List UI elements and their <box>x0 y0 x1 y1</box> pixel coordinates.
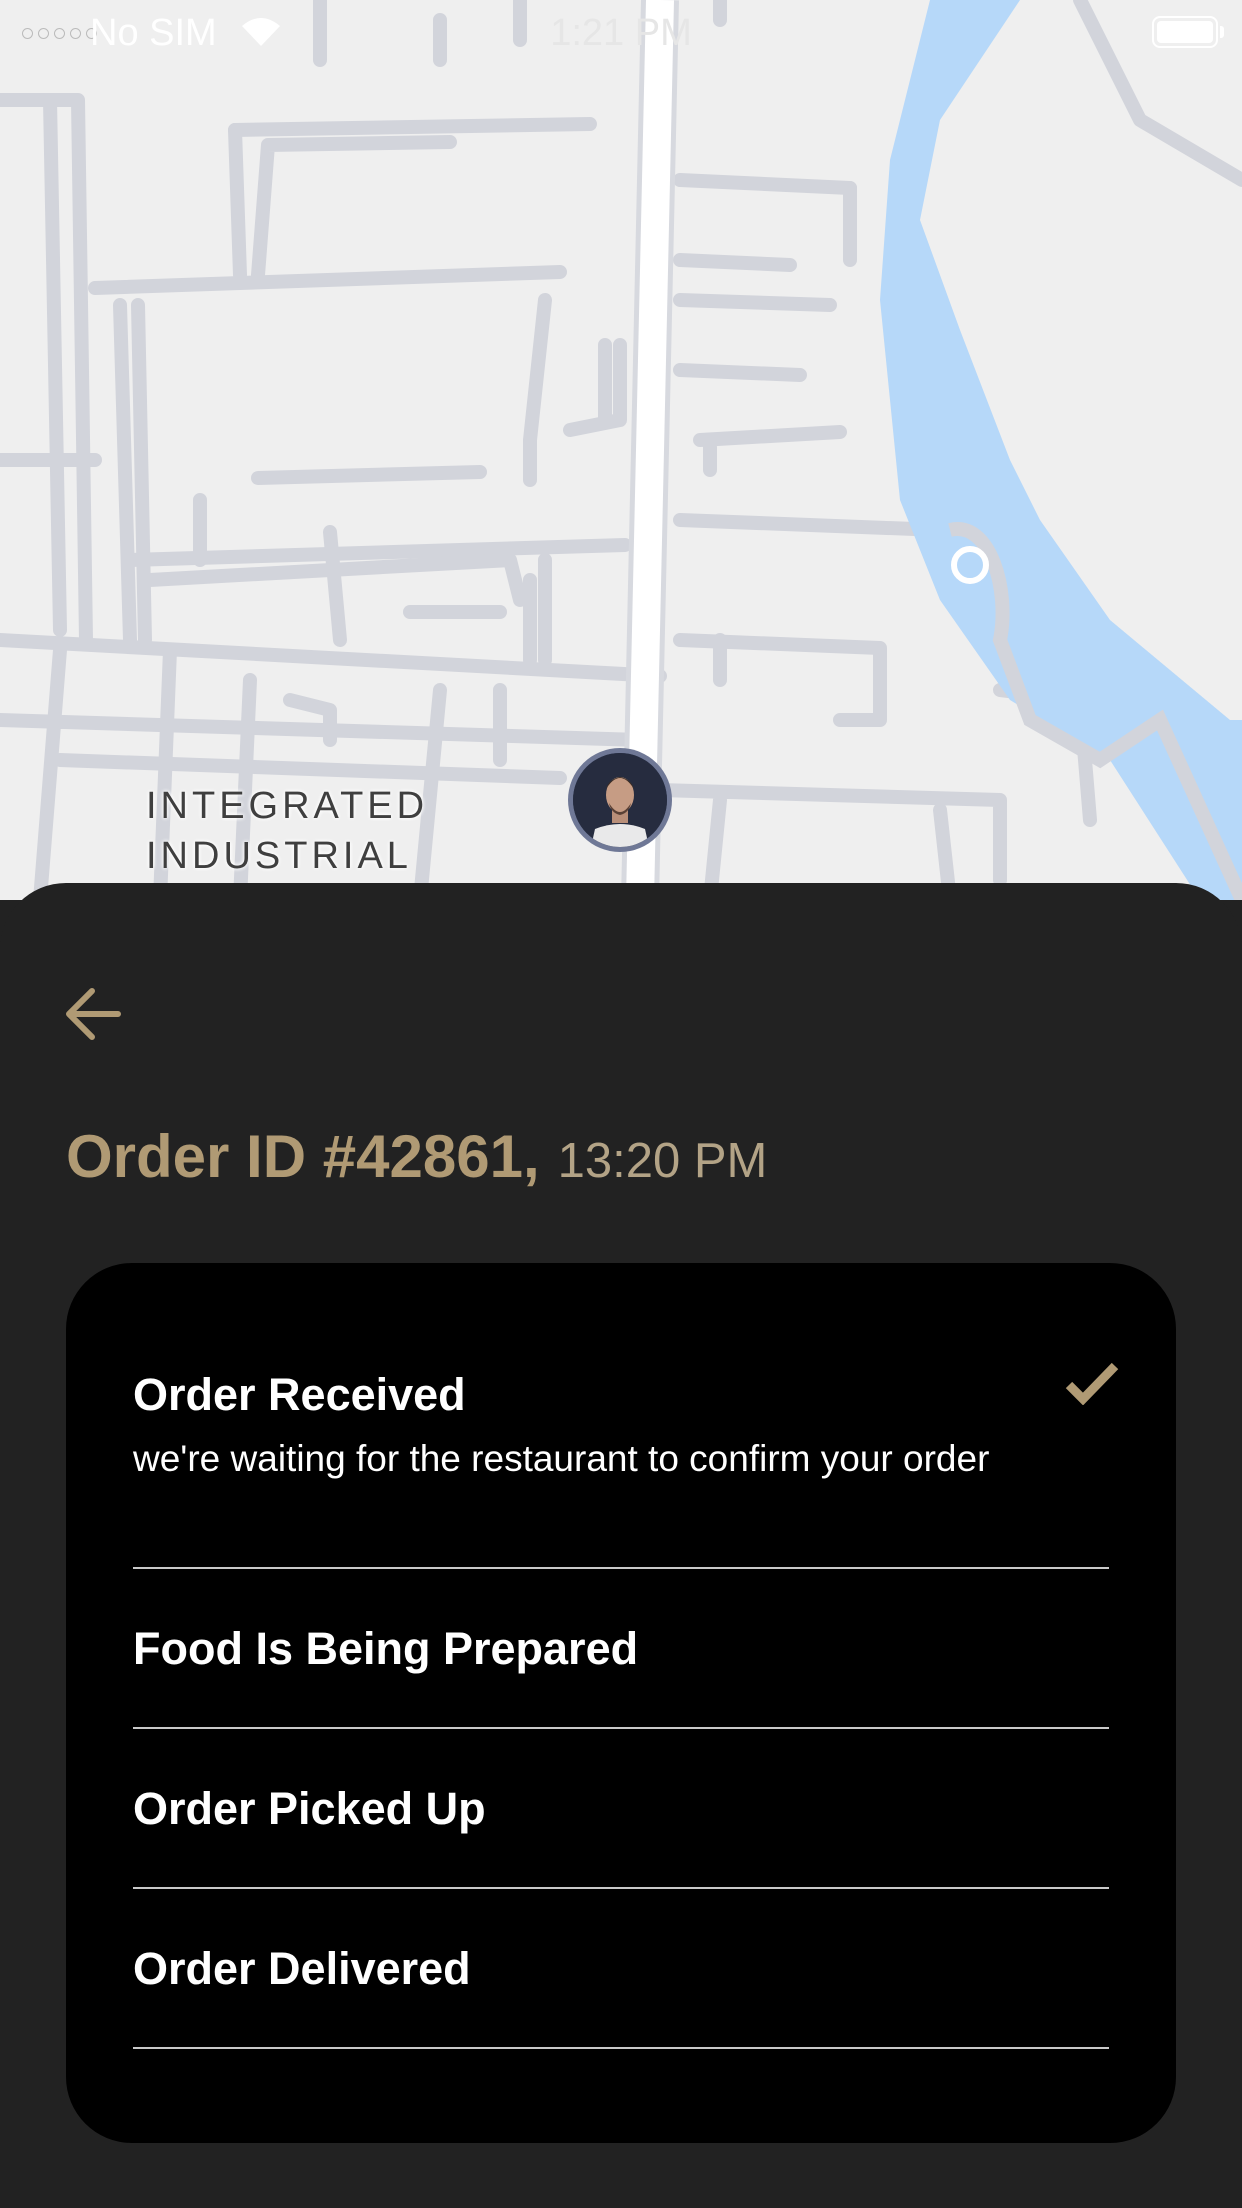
driver-avatar <box>573 753 667 847</box>
status-step-title: Order Received <box>133 1369 466 1420</box>
status-step-title: Food Is Being Prepared <box>133 1623 639 1674</box>
status-step-description: we're waiting for the restaurant to conf… <box>133 1438 990 1479</box>
driver-marker[interactable] <box>573 753 667 847</box>
back-button[interactable] <box>60 979 130 1049</box>
status-step-order-received: Order Received we're waiting for the res… <box>133 1263 1119 1569</box>
order-status-sheet: Order ID #42861, 13:20 PM Order Received … <box>0 883 1242 2208</box>
status-step-title: Order Delivered <box>133 1943 471 1994</box>
check-icon <box>1065 1362 1119 1405</box>
order-id: Order ID #42861, <box>66 1123 540 1190</box>
battery-icon <box>1152 16 1224 48</box>
order-status-list: Order Received we're waiting for the res… <box>66 1263 1176 2143</box>
status-time: 1:21 PM <box>550 12 692 54</box>
map-view[interactable]: INTEGRATED INDUSTRIAL <box>0 0 1242 900</box>
map-area-label: INDUSTRIAL <box>146 835 412 877</box>
status-step-order-delivered: Order Delivered <box>133 1889 1109 2049</box>
status-bar: No SIM 1:21 PM <box>0 0 1242 64</box>
order-header: Order ID #42861, 13:20 PM <box>66 1122 767 1191</box>
status-step-food-prepared: Food Is Being Prepared <box>133 1569 1109 1729</box>
status-step-order-picked-up: Order Picked Up <box>133 1729 1109 1889</box>
status-step-title: Order Picked Up <box>133 1783 486 1834</box>
arrow-left-icon <box>66 988 121 1040</box>
order-time: 13:20 PM <box>557 1134 768 1188</box>
map-area-label: INTEGRATED <box>146 785 429 827</box>
